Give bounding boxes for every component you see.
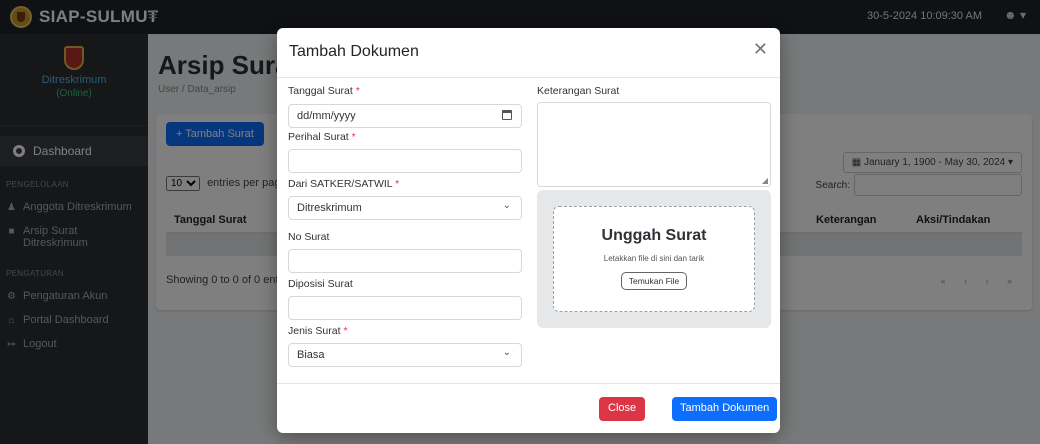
jenis-surat-select[interactable]: Biasa ⌄	[288, 343, 522, 367]
modal-footer: Close Tambah Dokumen	[277, 383, 780, 433]
diposisi-label: Diposisi Surat	[288, 278, 353, 290]
chevron-down-icon: ⌄	[502, 200, 511, 211]
keterangan-textarea[interactable]: ◢	[537, 102, 771, 187]
no-surat-input[interactable]	[288, 249, 522, 273]
chevron-down-icon: ⌄	[502, 347, 511, 358]
add-document-button[interactable]: Tambah Dokumen	[672, 397, 778, 421]
no-surat-label: No Surat	[288, 231, 330, 243]
upload-area: Unggah Surat Letakkan file di sini dan t…	[537, 190, 771, 328]
modal-title: Tambah Dokumen	[289, 43, 419, 60]
modal-header: Tambah Dokumen ✕	[277, 28, 780, 78]
upload-hint: Letakkan file di sini dan tarik	[603, 254, 705, 263]
select-value: Biasa	[297, 349, 325, 361]
diposisi-surat-input[interactable]	[288, 296, 522, 320]
upload-title: Unggah Surat	[601, 227, 707, 244]
close-button[interactable]: Close	[599, 397, 646, 421]
tanggal-surat-input[interactable]: dd/mm/yyyy	[288, 104, 522, 128]
dari-label: Dari SATKER/SATWIL *	[288, 178, 400, 190]
keterangan-label: Keterangan Surat	[537, 85, 620, 97]
upload-dropzone[interactable]: Unggah Surat Letakkan file di sini dan t…	[553, 206, 755, 312]
add-document-modal: Tambah Dokumen ✕ Tanggal Surat * dd/mm/y…	[277, 28, 780, 433]
select-value: Ditreskrimum	[297, 202, 362, 214]
perihal-label: Perihal Surat *	[288, 131, 356, 143]
calendar-icon[interactable]	[502, 110, 512, 120]
jenis-label: Jenis Surat *	[288, 325, 348, 337]
perihal-surat-input[interactable]	[288, 149, 522, 173]
resize-handle-icon[interactable]: ◢	[762, 176, 768, 185]
close-icon[interactable]: ✕	[753, 40, 768, 58]
tanggal-label: Tanggal Surat *	[288, 85, 360, 97]
find-file-button[interactable]: Temukan File	[620, 272, 688, 290]
dari-satker-select[interactable]: Ditreskrimum ⌄	[288, 196, 522, 220]
date-placeholder: dd/mm/yyyy	[297, 110, 356, 122]
